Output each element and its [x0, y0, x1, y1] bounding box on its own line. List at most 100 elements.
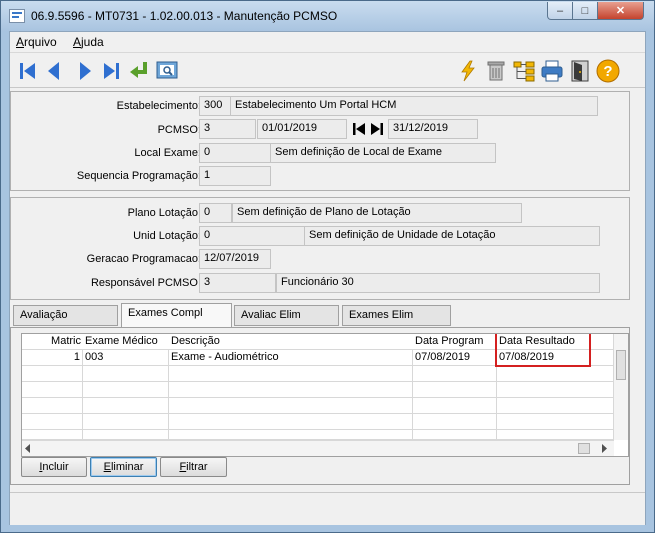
empty-cell	[413, 430, 497, 440]
header-panel: Estabelecimento: 300 Estabelecimento Um …	[10, 91, 630, 191]
tab-exames-compl[interactable]: Exames Compl	[121, 303, 232, 327]
printer-icon[interactable]	[540, 59, 564, 83]
main-window: 06.9.5596 - MT0731 - 1.02.00.013 - Manut…	[0, 0, 655, 533]
menu-ajuda-label: juda	[81, 35, 104, 49]
empty-cell	[413, 398, 497, 414]
unid-lotacao-code-field[interactable]: 0	[199, 226, 305, 246]
close-button[interactable]: ✕	[597, 2, 644, 20]
col-header-descricao[interactable]: Descrição	[169, 334, 413, 350]
next-record-icon[interactable]	[73, 59, 97, 83]
pcmso-next-icon[interactable]	[369, 121, 385, 137]
menu-arquivo-label: rquivo	[24, 35, 57, 49]
horizontal-scroll-thumb[interactable]	[578, 443, 590, 454]
help-icon[interactable]: ?	[596, 59, 620, 83]
filtrar-label: iltrar	[186, 461, 208, 473]
vertical-scrollbar[interactable]	[613, 334, 628, 440]
client-area: Arquivo Ajuda ? Estabelecimento: 300 Est…	[9, 31, 646, 525]
menu-bar: Arquivo Ajuda	[10, 32, 645, 51]
local-exame-label: Local Exame:	[134, 147, 201, 159]
tab-exames-elim[interactable]: Exames Elim	[342, 305, 451, 326]
empty-cell	[83, 430, 169, 440]
responsavel-code-field[interactable]: 3	[199, 273, 276, 293]
menu-ajuda[interactable]: Ajuda	[73, 35, 104, 49]
cell-matric[interactable]: 1	[22, 350, 83, 366]
vertical-scroll-thumb[interactable]	[616, 350, 626, 380]
empty-cell	[83, 414, 169, 430]
estabelecimento-name-field: Estabelecimento Um Portal HCM	[230, 96, 598, 116]
horizontal-scrollbar[interactable]	[22, 440, 614, 456]
geracao-field[interactable]: 12/07/2019	[199, 249, 271, 269]
pcmso-prev-icon[interactable]	[351, 121, 367, 137]
empty-cell	[497, 398, 615, 414]
estabelecimento-label: Estabelecimento:	[116, 100, 201, 112]
maximize-button[interactable]: □	[572, 2, 598, 20]
status-bar	[10, 492, 645, 525]
previous-record-icon[interactable]	[42, 59, 66, 83]
unid-lotacao-label: Unid Lotação:	[133, 230, 201, 242]
plano-lotacao-name-field: Sem definição de Plano de Lotação	[232, 203, 522, 223]
tab-bar: Avaliação Exames Compl Avaliac Elim Exam…	[10, 303, 630, 327]
sequencia-label: Sequencia Programação:	[76, 170, 201, 182]
tree-icon[interactable]	[512, 59, 536, 83]
empty-cell	[497, 414, 615, 430]
empty-cell	[497, 366, 615, 382]
geracao-label: Geracao Programacao:	[86, 253, 201, 265]
detail-panel: Plano Lotação: 0 Sem definição de Plano …	[10, 197, 630, 300]
close-icon: ✕	[615, 5, 626, 17]
tab-avaliacao[interactable]: Avaliação	[13, 305, 118, 326]
filtrar-button[interactable]: Filtrar	[160, 457, 227, 477]
empty-cell	[22, 382, 83, 398]
window-title: 06.9.5596 - MT0731 - 1.02.00.013 - Manut…	[31, 9, 338, 23]
eliminar-accel: E	[103, 461, 111, 473]
exit-door-icon[interactable]	[568, 59, 592, 83]
local-exame-code-field[interactable]: 0	[199, 143, 271, 163]
col-header-data-program[interactable]: Data Program	[413, 334, 497, 350]
incluir-button[interactable]: Incluir	[21, 457, 87, 477]
empty-cell	[497, 430, 615, 440]
app-icon	[9, 9, 25, 23]
scroll-right-icon[interactable]	[600, 444, 608, 453]
col-header-matric[interactable]: Matric	[22, 334, 83, 350]
pcmso-code-field[interactable]: 3	[199, 119, 256, 139]
empty-cell	[83, 382, 169, 398]
help-glyph: ?	[603, 63, 612, 80]
unid-lotacao-name-field: Sem definição de Unidade de Lotação	[304, 226, 600, 246]
pcmso-end-date-field: 31/12/2019	[388, 119, 478, 139]
pcmso-start-date-field: 01/01/2019	[257, 119, 347, 139]
lightning-icon[interactable]	[456, 59, 480, 83]
col-header-exame-medico[interactable]: Exame Médico	[83, 334, 169, 350]
empty-cell	[413, 382, 497, 398]
responsavel-name-field: Funcionário 30	[276, 273, 600, 293]
minimize-button[interactable]: –	[547, 2, 573, 20]
last-record-icon[interactable]	[99, 59, 123, 83]
plano-lotacao-label: Plano Lotação:	[127, 207, 201, 219]
pcmso-label: PCMSO:	[157, 124, 201, 136]
first-record-icon[interactable]	[16, 59, 40, 83]
empty-cell	[22, 366, 83, 382]
menu-ajuda-accel: A	[73, 35, 82, 49]
estabelecimento-code-field[interactable]: 300	[199, 96, 231, 116]
empty-cell	[169, 382, 413, 398]
cell-descricao[interactable]: Exame - Audiométrico	[169, 350, 413, 366]
trash-icon[interactable]	[484, 59, 508, 83]
eliminar-button[interactable]: Eliminar	[90, 457, 157, 477]
empty-cell	[22, 414, 83, 430]
cell-exame-medico[interactable]: 003	[83, 350, 169, 366]
tab-avaliac-elim[interactable]: Avaliac Elim	[234, 305, 339, 326]
toolbar: ?	[10, 52, 645, 88]
menu-arquivo-accel: A	[16, 35, 25, 49]
go-to-icon[interactable]	[127, 59, 151, 83]
plano-lotacao-code-field[interactable]: 0	[199, 203, 232, 223]
sequencia-field[interactable]: 1	[199, 166, 271, 186]
search-icon[interactable]	[155, 59, 179, 83]
empty-cell	[413, 366, 497, 382]
empty-cell	[413, 414, 497, 430]
scroll-left-icon[interactable]	[24, 444, 32, 453]
title-bar[interactable]: 06.9.5596 - MT0731 - 1.02.00.013 - Manut…	[1, 1, 654, 31]
exames-grid[interactable]: Matric Exame Médico Descrição Data Progr…	[21, 333, 629, 457]
menu-arquivo[interactable]: Arquivo	[16, 35, 57, 49]
empty-cell	[22, 398, 83, 414]
cell-data-program[interactable]: 07/08/2019	[413, 350, 497, 366]
empty-cell	[497, 382, 615, 398]
empty-cell	[22, 430, 83, 440]
